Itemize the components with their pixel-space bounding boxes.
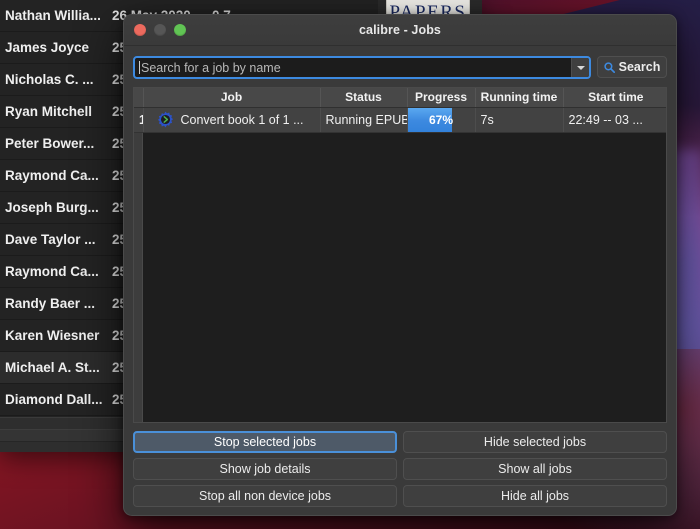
minimize-button[interactable] bbox=[154, 24, 166, 36]
hide-all-jobs-button[interactable]: Hide all jobs bbox=[403, 485, 667, 507]
column-header-start-time[interactable]: Start time bbox=[563, 88, 667, 107]
search-row: Search for a job by name Search bbox=[133, 56, 667, 79]
search-input[interactable]: Search for a job by name bbox=[133, 56, 591, 79]
library-row-author: Dave Taylor ... bbox=[0, 232, 112, 247]
search-button-label: Search bbox=[619, 60, 661, 74]
search-history-dropdown-button[interactable] bbox=[571, 58, 589, 77]
search-icon bbox=[604, 62, 615, 73]
dialog-body: Search for a job by name Search bbox=[124, 46, 676, 516]
dialog-titlebar[interactable]: calibre - Jobs bbox=[124, 15, 676, 46]
library-row-author: Nicholas C. ... bbox=[0, 72, 112, 87]
table-empty-main bbox=[143, 133, 666, 423]
stop-all-non-device-jobs-button[interactable]: Stop all non device jobs bbox=[133, 485, 397, 507]
cell-start-time: 22:49 -- 03 ... bbox=[563, 107, 667, 132]
table-corner bbox=[134, 88, 143, 107]
library-row-author: Karen Wiesner bbox=[0, 328, 112, 343]
library-row-author: Joseph Burg... bbox=[0, 200, 112, 215]
library-row-author: Nathan Willia... bbox=[0, 8, 112, 23]
search-placeholder: Search for a job by name bbox=[140, 61, 571, 75]
library-row-author: Ryan Mitchell bbox=[0, 104, 112, 119]
table-row[interactable]: 1 bbox=[134, 107, 667, 132]
column-header-running-time[interactable]: Running time bbox=[475, 88, 563, 107]
chevron-down-icon bbox=[577, 66, 585, 70]
library-row-author: Raymond Ca... bbox=[0, 264, 112, 279]
jobs-table-header-row: Job Status Progress Running time Start t… bbox=[134, 88, 667, 107]
stop-selected-jobs-button[interactable]: Stop selected jobs bbox=[133, 431, 397, 453]
search-button[interactable]: Search bbox=[597, 56, 667, 78]
library-row-author: Randy Baer ... bbox=[0, 296, 112, 311]
zoom-button[interactable] bbox=[174, 24, 186, 36]
close-button[interactable] bbox=[134, 24, 146, 36]
cell-job[interactable]: Convert book 1 of 1 ... bbox=[143, 107, 320, 132]
library-row-author: Diamond Dall... bbox=[0, 392, 112, 407]
jobs-table-body: 1 bbox=[134, 107, 667, 132]
dialog-button-grid: Stop selected jobs Hide selected jobs Show… bbox=[133, 431, 667, 507]
jobs-table[interactable]: Job Status Progress Running time Start t… bbox=[133, 87, 667, 423]
screen: Nathan Willia...26 May 20200.7James Joyc… bbox=[0, 0, 700, 529]
show-job-details-button[interactable]: Show job details bbox=[133, 458, 397, 480]
progress-bar-label: 67% bbox=[408, 108, 475, 132]
show-all-jobs-button[interactable]: Show all jobs bbox=[403, 458, 667, 480]
column-header-progress[interactable]: Progress bbox=[407, 88, 475, 107]
library-row-author: Peter Bower... bbox=[0, 136, 112, 151]
table-empty-area bbox=[134, 133, 666, 423]
library-row-author: Raymond Ca... bbox=[0, 168, 112, 183]
cell-progress: 67% bbox=[407, 107, 475, 132]
dialog-title: calibre - Jobs bbox=[359, 23, 441, 37]
library-row-author: James Joyce bbox=[0, 40, 112, 55]
hide-selected-jobs-button[interactable]: Hide selected jobs bbox=[403, 431, 667, 453]
table-row-gutter bbox=[134, 133, 143, 423]
column-header-status[interactable]: Status bbox=[320, 88, 407, 107]
gear-running-icon bbox=[157, 111, 174, 128]
cell-running-time: 7s bbox=[475, 107, 563, 132]
column-header-job[interactable]: Job bbox=[143, 88, 320, 107]
jobs-dialog[interactable]: calibre - Jobs Search for a job by name bbox=[123, 14, 677, 516]
library-row-author: Michael A. St... bbox=[0, 360, 112, 375]
window-controls bbox=[134, 24, 186, 36]
cell-status: Running EPUB ... bbox=[320, 107, 407, 132]
job-name-label: Convert book 1 of 1 ... bbox=[181, 113, 304, 127]
row-number: 1 bbox=[134, 107, 143, 132]
